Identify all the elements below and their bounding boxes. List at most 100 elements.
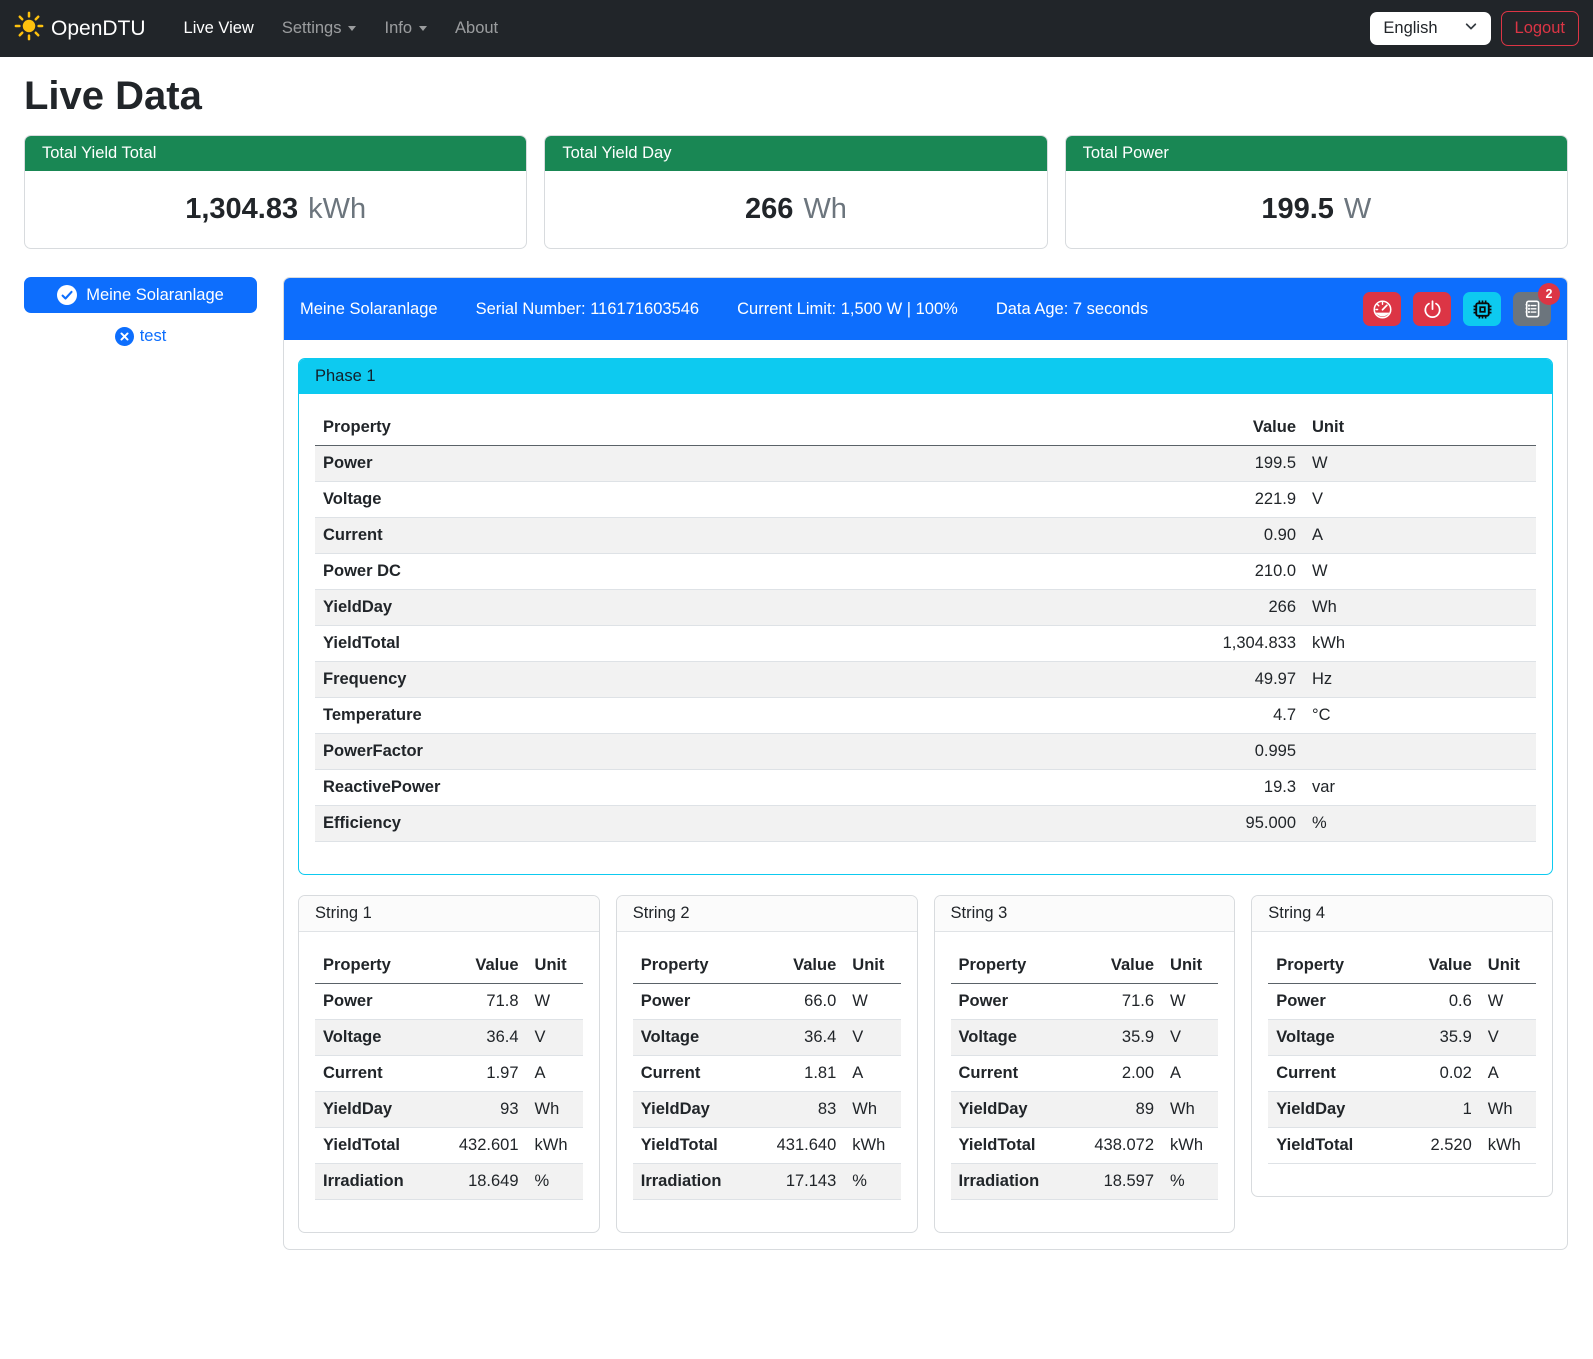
table-row: ReactivePower19.3var	[315, 770, 1536, 806]
unit-cell: kWh	[527, 1128, 583, 1164]
inverter-serial: Serial Number: 116171603546	[476, 300, 700, 319]
unit-cell	[1304, 734, 1536, 770]
column-unit: Unit	[1304, 410, 1536, 446]
property-cell: Power	[951, 984, 1080, 1020]
value-cell: 1.81	[761, 1056, 844, 1092]
property-cell: YieldTotal	[1268, 1128, 1397, 1164]
value-cell: 71.8	[444, 984, 527, 1020]
card-total-yield-day: Total Yield Day 266 Wh	[544, 135, 1047, 249]
table-row: YieldTotal431.640kWh	[633, 1128, 901, 1164]
value-cell: 35.9	[1397, 1020, 1480, 1056]
value-cell: 1,304.833	[1121, 626, 1304, 662]
value-cell: 2.00	[1079, 1056, 1162, 1092]
column-value: Value	[444, 948, 527, 984]
table-row: Power71.6W	[951, 984, 1219, 1020]
value-cell: 0.90	[1121, 518, 1304, 554]
inverter-header: Meine Solaranlage Serial Number: 1161716…	[284, 278, 1567, 340]
value-cell: 199.5	[1121, 446, 1304, 482]
inverter-limit: Current Limit: 1,500 W | 100%	[737, 300, 958, 319]
column-property: Property	[633, 948, 762, 984]
table-row: Frequency49.97Hz	[315, 662, 1536, 698]
string-3-table: Property Value Unit Power71.6WVoltage35.…	[951, 948, 1219, 1200]
property-cell: Power	[315, 446, 1121, 482]
unit-cell: kWh	[844, 1128, 900, 1164]
page-container: Live Data Total Yield Total 1,304.83 kWh…	[0, 57, 1593, 1274]
table-row: Current0.02A	[1268, 1056, 1536, 1092]
unit-cell: Wh	[1480, 1092, 1536, 1128]
unit-cell: kWh	[1480, 1128, 1536, 1164]
table-row: Current1.97A	[315, 1056, 583, 1092]
table-row: YieldTotal1,304.833kWh	[315, 626, 1536, 662]
table-row: Voltage36.4V	[315, 1020, 583, 1056]
cpu-icon	[1470, 297, 1495, 322]
unit-cell: W	[1162, 984, 1218, 1020]
column-property: Property	[1268, 948, 1397, 984]
total-yield-day-unit: Wh	[803, 193, 847, 226]
power-toggle-button[interactable]	[1413, 292, 1451, 326]
value-cell: 35.9	[1079, 1020, 1162, 1056]
page-title: Live Data	[24, 74, 1568, 119]
table-row: Power66.0W	[633, 984, 901, 1020]
property-cell: Power	[315, 984, 444, 1020]
table-row: YieldDay93Wh	[315, 1092, 583, 1128]
unit-cell: %	[1162, 1164, 1218, 1200]
inverter-card: Meine Solaranlage Serial Number: 1161716…	[283, 277, 1568, 1250]
table-row: Temperature4.7°C	[315, 698, 1536, 734]
column-value: Value	[1397, 948, 1480, 984]
unit-cell: Wh	[1162, 1092, 1218, 1128]
nav-item-about[interactable]: About	[443, 11, 510, 46]
value-cell: 4.7	[1121, 698, 1304, 734]
table-row: Voltage221.9V	[315, 482, 1536, 518]
column-unit: Unit	[527, 948, 583, 984]
property-cell: YieldDay	[315, 1092, 444, 1128]
unit-cell: A	[1162, 1056, 1218, 1092]
property-cell: Power DC	[315, 554, 1121, 590]
table-row: YieldDay1Wh	[1268, 1092, 1536, 1128]
value-cell: 19.3	[1121, 770, 1304, 806]
column-unit: Unit	[1480, 948, 1536, 984]
value-cell: 95.000	[1121, 806, 1304, 842]
property-cell: Frequency	[315, 662, 1121, 698]
property-cell: Irradiation	[315, 1164, 444, 1200]
inverter-data-age: Data Age: 7 seconds	[996, 300, 1148, 319]
language-select[interactable]: English	[1370, 12, 1490, 45]
table-header-row: Property Value Unit	[951, 948, 1219, 984]
column-value: Value	[761, 948, 844, 984]
value-cell: 0.995	[1121, 734, 1304, 770]
inverter-select-button[interactable]: Meine Solaranlage	[24, 277, 257, 313]
table-row: Irradiation18.649%	[315, 1164, 583, 1200]
property-cell: Irradiation	[951, 1164, 1080, 1200]
device-info-button[interactable]	[1463, 292, 1501, 326]
string-title: String 4	[1252, 896, 1552, 932]
nav-item-live-view[interactable]: Live View	[172, 11, 266, 46]
table-row: Current1.81A	[633, 1056, 901, 1092]
limit-settings-button[interactable]	[1363, 292, 1401, 326]
property-cell: YieldTotal	[315, 1128, 444, 1164]
value-cell: 17.143	[761, 1164, 844, 1200]
string-card-3: String 3 Property Value Unit	[934, 895, 1236, 1233]
string-title: String 1	[299, 896, 599, 932]
unit-cell: kWh	[1162, 1128, 1218, 1164]
unit-cell: W	[1304, 554, 1536, 590]
chevron-down-icon	[419, 26, 427, 31]
brand-title: OpenDTU	[51, 17, 146, 41]
unit-cell: W	[1304, 446, 1536, 482]
total-yield-total-unit: kWh	[308, 193, 366, 226]
inverter-item-test[interactable]: test	[24, 327, 257, 346]
nav-item-info[interactable]: Info	[372, 11, 439, 46]
brand[interactable]: OpenDTU	[14, 11, 146, 46]
table-row: PowerFactor0.995	[315, 734, 1536, 770]
total-power-unit: W	[1344, 193, 1371, 226]
logout-button[interactable]: Logout	[1501, 11, 1579, 46]
column-value: Value	[1121, 410, 1304, 446]
value-cell: 2.520	[1397, 1128, 1480, 1164]
nav-item-settings[interactable]: Settings	[270, 11, 369, 46]
property-cell: YieldDay	[315, 590, 1121, 626]
property-cell: YieldTotal	[633, 1128, 762, 1164]
event-log-button[interactable]: 2	[1513, 292, 1551, 326]
total-yield-day-value: 266	[745, 193, 793, 226]
column-value: Value	[1079, 948, 1162, 984]
value-cell: 431.640	[761, 1128, 844, 1164]
table-row: Power199.5W	[315, 446, 1536, 482]
value-cell: 49.97	[1121, 662, 1304, 698]
